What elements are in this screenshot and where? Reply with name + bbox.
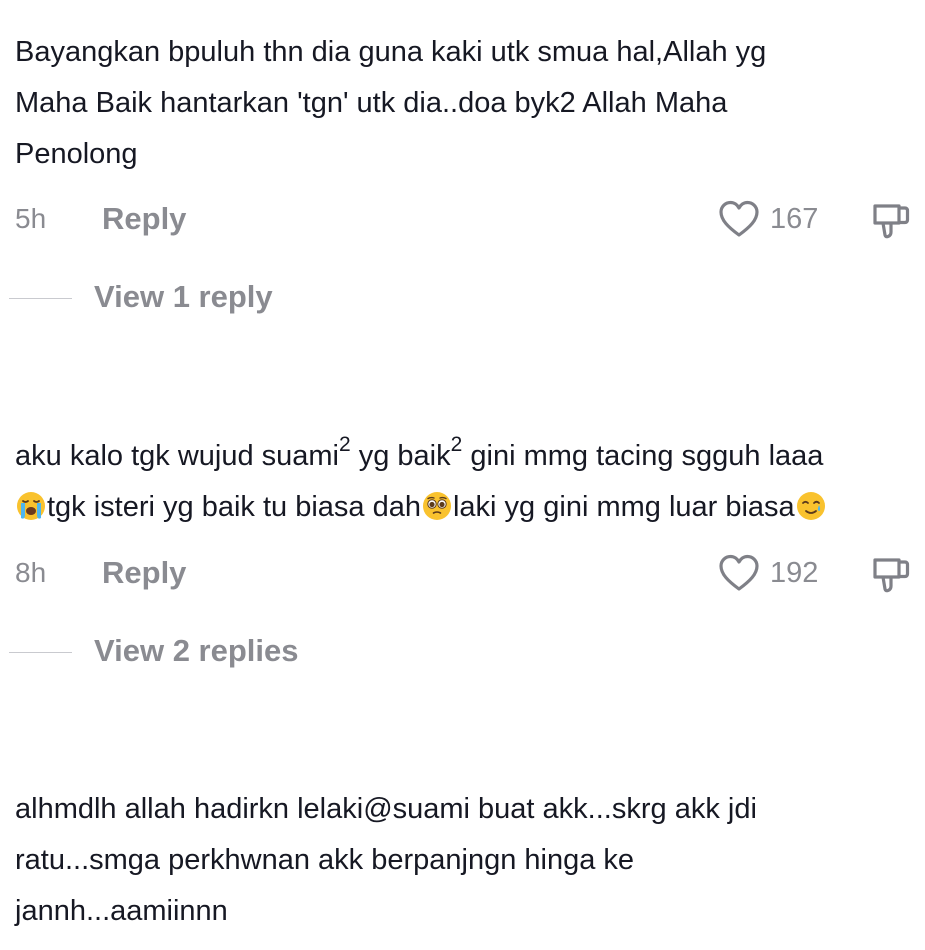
like-count: 167	[770, 202, 819, 235]
superscript: 2	[450, 433, 463, 457]
reply-button[interactable]: Reply	[102, 555, 186, 591]
divider	[9, 298, 72, 299]
like-button[interactable]: 167	[718, 197, 818, 241]
smiling-face-with-tear-icon	[796, 492, 825, 520]
comment-line: tgk isteri yg baik tu biasa dah laki yg …	[15, 482, 915, 533]
comment-text: alhmdlh allah hadirkn lelaki@suami buat …	[15, 784, 915, 937]
timestamp: 8h	[15, 557, 47, 588]
comment-actions: 5h Reply 167	[0, 197, 925, 241]
text-segment: aku kalo tgk wujud suami	[15, 440, 339, 472]
timestamp: 5h	[15, 203, 47, 234]
heart-icon	[719, 554, 759, 591]
comment-line: ratu...smga perkhwnan akk berpanjngn hin…	[15, 844, 635, 876]
comment-line: Penolong	[15, 138, 138, 170]
heart-icon	[719, 200, 759, 237]
comment-line: alhmdlh allah hadirkn lelaki@suami buat …	[15, 793, 757, 825]
like-button[interactable]: 192	[718, 551, 818, 595]
text-segment: tgk isteri yg baik tu biasa dah	[47, 491, 421, 523]
reply-button[interactable]: Reply	[102, 201, 186, 237]
comment-line: aku kalo tgk wujud suami2 yg baik2 gini …	[15, 431, 915, 482]
view-replies-button[interactable]: View 2 replies	[0, 631, 925, 675]
like-count: 192	[770, 556, 819, 589]
comment-text: aku kalo tgk wujud suami2 yg baik2 gini …	[15, 431, 915, 533]
comment-line: jannh...aamiinnn	[15, 895, 228, 927]
comment-line: Bayangkan bpuluh thn dia guna kaki utk s…	[15, 36, 767, 68]
view-replies-label: View 2 replies	[94, 633, 299, 668]
pleading-face-icon	[422, 492, 451, 520]
thumbs-down-icon[interactable]	[869, 199, 911, 241]
view-replies-label: View 1 reply	[94, 279, 273, 314]
divider	[9, 652, 72, 653]
comment-line: Maha Baik hantarkan 'tgn' utk dia..doa b…	[15, 87, 728, 119]
superscript: 2	[339, 433, 351, 457]
loudly-crying-face-icon	[17, 492, 45, 520]
thumbs-down-icon[interactable]	[869, 553, 911, 595]
text-segment: yg baik	[350, 440, 451, 472]
comment-text: Bayangkan bpuluh thn dia guna kaki utk s…	[15, 27, 915, 180]
text-segment: laki yg gini mmg luar biasa	[452, 491, 795, 523]
text-segment: gini mmg tacing sgguh laaa	[462, 440, 824, 472]
view-replies-button[interactable]: View 1 reply	[0, 277, 925, 321]
comment-actions: 8h Reply 192	[0, 551, 925, 595]
